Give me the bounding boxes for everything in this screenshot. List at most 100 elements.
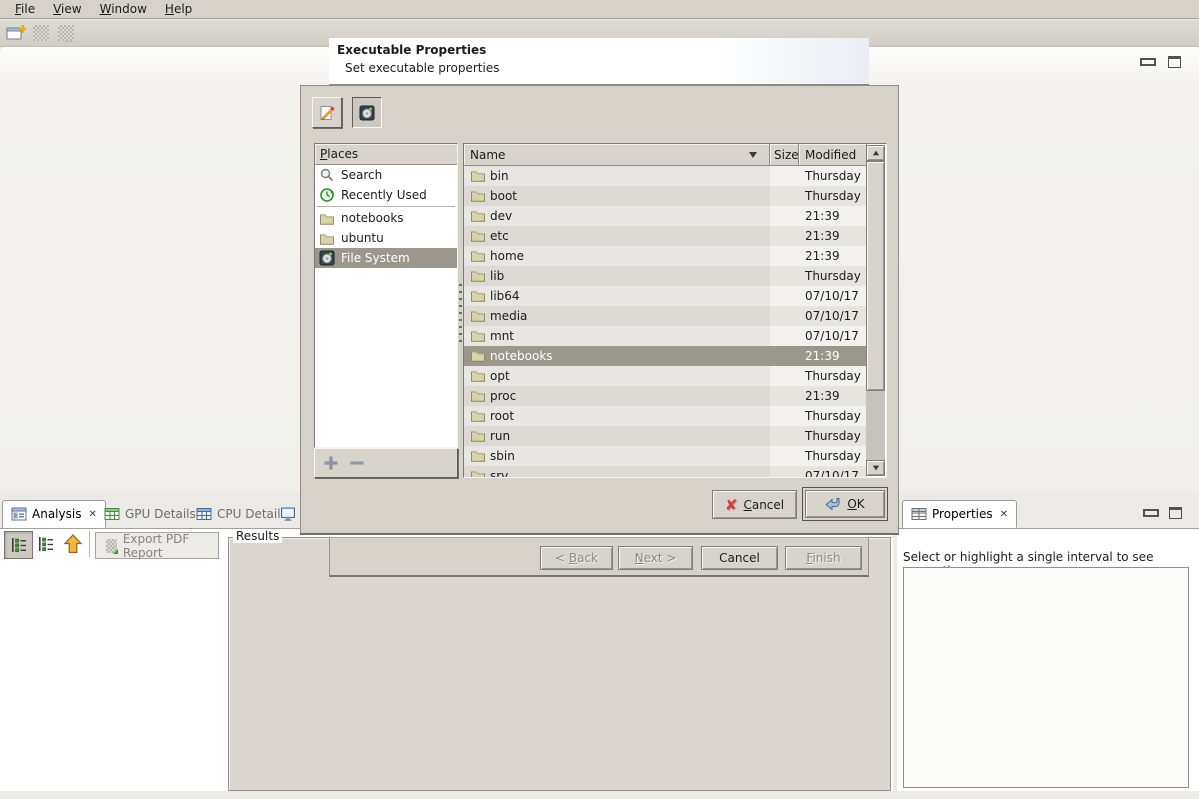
file-list-body: binThursday bootThursday dev21:39 etc21:… — [464, 166, 867, 477]
recently-used-icon — [319, 187, 335, 203]
properties-tab-icon — [911, 506, 927, 522]
edit-pencil-icon — [318, 104, 336, 122]
wizard-header: Executable Properties Set executable pro… — [329, 38, 869, 85]
tool-ellipsis: ... — [64, 34, 74, 45]
file-list-panel: Name Size Modified binThursday bootThurs… — [463, 143, 887, 478]
next-button[interactable]: Next > — [618, 546, 693, 570]
properties-empty-box — [903, 567, 1189, 788]
column-header-name[interactable]: Name — [464, 144, 770, 166]
sort-descending-icon — [749, 152, 757, 158]
places-edit-bar — [314, 448, 458, 478]
places-item-notebooks[interactable]: notebooks — [315, 208, 457, 228]
file-row[interactable]: binThursday — [464, 166, 867, 186]
folder-icon — [470, 169, 486, 182]
new-session-button[interactable] — [6, 24, 26, 42]
minimize-icon[interactable] — [1143, 509, 1159, 517]
folder-icon — [470, 329, 486, 342]
file-row[interactable]: proc21:39 — [464, 386, 867, 406]
wizard-cancel-button[interactable]: Cancel — [701, 546, 778, 570]
file-row[interactable]: srv07/10/17 — [464, 466, 867, 477]
properties-view: Properties ✕ Select or highlight a singl… — [897, 493, 1199, 799]
remove-place-button[interactable] — [349, 455, 365, 471]
places-item-recently-used[interactable]: Recently Used — [315, 185, 457, 205]
wizard-subtitle: Set executable properties — [345, 61, 499, 75]
drive-icon — [359, 105, 375, 121]
file-row[interactable]: runThursday — [464, 426, 867, 446]
chooser-ok-button-focus-ring: OK — [802, 487, 888, 521]
results-group-label: Results — [233, 530, 282, 543]
file-row[interactable]: mnt07/10/17 — [464, 326, 867, 346]
finish-button[interactable]: Finish — [785, 546, 862, 570]
places-item-file-system[interactable]: File System — [315, 248, 457, 268]
minus-icon — [349, 455, 365, 471]
plus-icon — [323, 455, 339, 471]
folder-icon — [470, 189, 486, 202]
menu-item-help[interactable]: Help — [156, 1, 201, 17]
minimize-icon[interactable] — [1140, 58, 1156, 66]
file-list-scrollbar[interactable] — [866, 145, 885, 476]
scroll-down-button[interactable] — [866, 460, 885, 476]
folder-icon — [470, 229, 486, 242]
export-pdf-icon — [106, 539, 117, 553]
browse-filesystem-button[interactable] — [352, 97, 382, 128]
chooser-ok-button[interactable]: OK — [805, 490, 885, 518]
places-header[interactable]: Places — [315, 144, 457, 165]
folder-icon — [319, 232, 335, 245]
file-row[interactable]: dev21:39 — [464, 206, 867, 226]
menu-item-view[interactable]: View — [44, 1, 90, 17]
close-icon[interactable]: ✕ — [998, 509, 1008, 520]
file-row[interactable]: sbinThursday — [464, 446, 867, 466]
toolbar-separator — [89, 531, 90, 557]
file-row-selected[interactable]: notebooks21:39 — [464, 346, 867, 366]
pane-splitter[interactable] — [459, 284, 462, 342]
folder-icon — [470, 269, 486, 282]
folder-icon — [470, 429, 486, 442]
folder-icon — [470, 449, 486, 462]
places-item-search[interactable]: Search — [315, 165, 457, 185]
type-filename-button[interactable] — [312, 97, 342, 128]
folder-icon — [470, 289, 486, 302]
maximize-icon[interactable] — [1169, 507, 1182, 519]
wizard-title: Executable Properties — [337, 43, 486, 57]
menu-bar: File View Window Help — [0, 0, 1199, 19]
chooser-cancel-button[interactable]: ✘ Cancel — [712, 490, 797, 519]
folder-icon — [470, 249, 486, 262]
column-header-size[interactable]: Size — [770, 144, 799, 166]
folder-icon — [470, 469, 486, 477]
file-row[interactable]: rootThursday — [464, 406, 867, 426]
tab-analysis[interactable]: Analysis ✕ — [2, 500, 106, 528]
places-item-ubuntu[interactable]: ubuntu — [315, 228, 457, 248]
scroll-up-button[interactable] — [866, 145, 885, 161]
menu-item-file[interactable]: File — [6, 1, 44, 17]
cancel-x-icon: ✘ — [725, 496, 738, 514]
tab-properties[interactable]: Properties ✕ — [902, 500, 1017, 528]
analysis-list-toggle-active[interactable] — [4, 531, 33, 559]
add-place-button[interactable] — [323, 455, 339, 471]
promote-analysis-button[interactable] — [64, 534, 82, 554]
file-row[interactable]: lib6407/10/17 — [464, 286, 867, 306]
file-row[interactable]: optThursday — [464, 366, 867, 386]
drive-icon — [319, 250, 335, 266]
export-pdf-report-button[interactable]: Export PDF Report — [95, 532, 219, 559]
file-row[interactable]: media07/10/17 — [464, 306, 867, 326]
scrollbar-thumb[interactable] — [866, 161, 885, 391]
cpu-details-tab-icon — [196, 506, 212, 522]
menu-item-window[interactable]: Window — [91, 1, 156, 17]
search-icon — [319, 167, 335, 183]
file-row[interactable]: libThursday — [464, 266, 867, 286]
back-button[interactable]: < Back — [540, 546, 613, 570]
analysis-tab-icon — [11, 506, 27, 522]
file-row[interactable]: bootThursday — [464, 186, 867, 206]
folder-icon — [319, 212, 335, 225]
maximize-icon[interactable] — [1168, 56, 1181, 68]
analysis-list-toggle[interactable] — [38, 536, 54, 552]
gpu-details-tab-icon — [104, 506, 120, 522]
column-header-modified[interactable]: Modified — [799, 144, 867, 166]
console-tab-icon — [280, 506, 296, 522]
folder-icon — [470, 369, 486, 382]
places-panel: Places Search Recently Used notebooks ub… — [314, 143, 458, 448]
folder-icon — [470, 209, 486, 222]
file-row[interactable]: etc21:39 — [464, 226, 867, 246]
wizard-button-bar: < Back Next > Cancel Finish — [329, 537, 869, 577]
file-row[interactable]: home21:39 — [464, 246, 867, 266]
